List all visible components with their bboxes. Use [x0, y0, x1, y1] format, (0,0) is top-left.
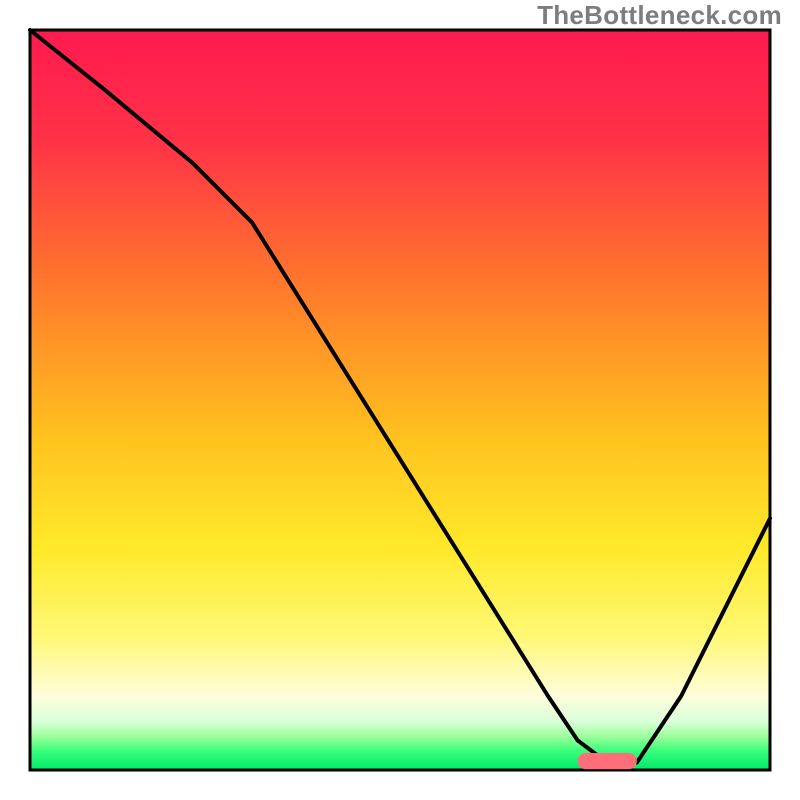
plot-background: [30, 30, 770, 770]
chart-container: TheBottleneck.com: [0, 0, 800, 800]
optimal-marker: [578, 753, 637, 769]
bottleneck-chart: [0, 0, 800, 800]
